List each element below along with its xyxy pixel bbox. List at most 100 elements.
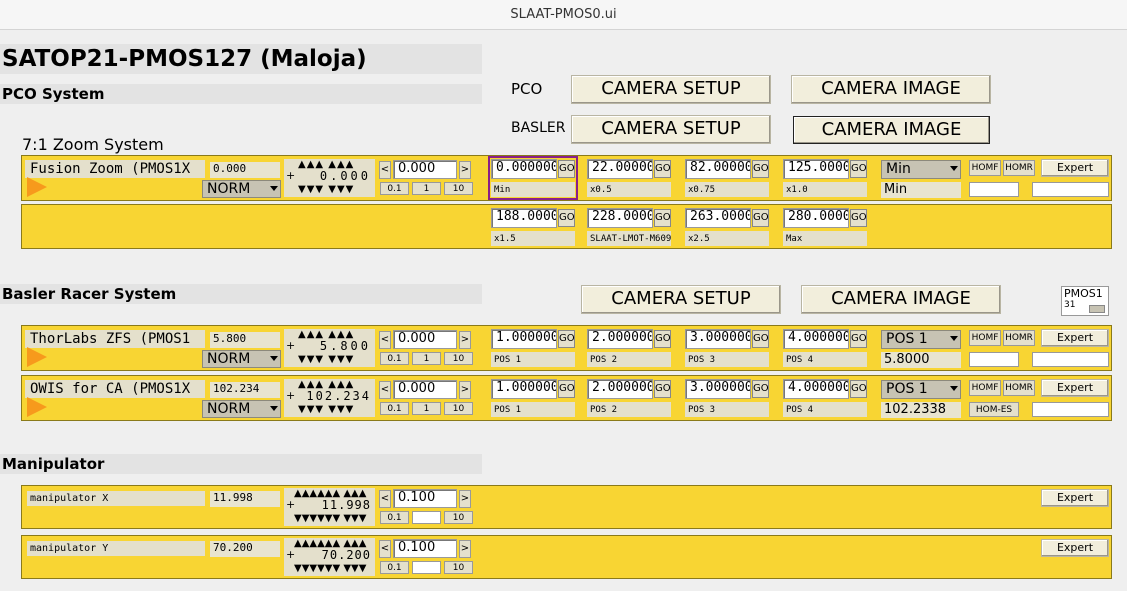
fusion-tweak-input[interactable]: 0.000 (393, 160, 457, 179)
manipulator-y-tweak-input[interactable]: 0.100 (393, 539, 457, 558)
go-button[interactable]: GO (752, 380, 769, 398)
tweak-left-button[interactable]: < (379, 490, 391, 508)
expert-button[interactable]: Expert (1041, 539, 1109, 557)
manipulator-x-spinner[interactable]: ▲▲▲▲▲▲ ▲▲▲ + 11.998 ▼▼▼▼▼▼ ▼▼▼ (284, 488, 375, 526)
pmos-toggle[interactable] (1089, 305, 1105, 313)
owis-spinner[interactable]: ▲▲▲ ▲▲▲ + 102.234 ▼▼▼ ▼▼▼ (284, 379, 375, 417)
tweak-right-button[interactable]: > (459, 381, 471, 399)
thorlabs-position-selector[interactable]: POS 1 (881, 330, 961, 349)
play-icon[interactable] (27, 397, 47, 417)
owis-tweak-input[interactable]: 0.000 (393, 380, 457, 399)
thorlabs-pos1-input[interactable]: 1.000000 (491, 329, 557, 349)
homr-button[interactable]: HOMR (1003, 330, 1035, 346)
step-10-button[interactable]: 10 (444, 402, 473, 415)
step-10-button[interactable]: 10 (444, 352, 473, 365)
go-button[interactable]: GO (850, 330, 867, 348)
thorlabs-pos3-input[interactable]: 3.000000 (685, 329, 751, 349)
basler-racer-camera-image-button[interactable]: CAMERA IMAGE (801, 285, 1001, 314)
expert-button[interactable]: Expert (1041, 159, 1109, 177)
thorlabs-tweak-input[interactable]: 0.000 (393, 330, 457, 349)
go-button[interactable]: GO (850, 209, 867, 227)
homf-button[interactable]: HOMF (969, 160, 1001, 176)
fusion-pos8-input[interactable]: 280.0000 (783, 208, 849, 228)
hom-es-button[interactable]: HOM-ES (969, 402, 1019, 417)
basler-camera-setup-button[interactable]: CAMERA SETUP (571, 115, 771, 144)
go-button[interactable]: GO (654, 330, 671, 348)
step-0.1-button[interactable]: 0.1 (380, 511, 409, 524)
step-0.1-button[interactable]: 0.1 (380, 561, 409, 574)
thorlabs-pos4-input[interactable]: 4.000000 (783, 329, 849, 349)
tweak-left-button[interactable]: < (379, 540, 391, 558)
fusion-pos4-input[interactable]: 125.0000 (783, 159, 849, 179)
owis-pos3-input[interactable]: 3.000000 (685, 379, 751, 399)
pco-camera-image-button[interactable]: CAMERA IMAGE (791, 75, 991, 104)
expert-button[interactable]: Expert (1041, 329, 1109, 347)
go-button[interactable]: GO (752, 209, 769, 227)
owis-mode-combo[interactable]: NORM (202, 400, 281, 418)
homr-button[interactable]: HOMR (1003, 160, 1035, 176)
homr-button[interactable]: HOMR (1003, 380, 1035, 396)
fusion-pos1-input[interactable]: 0.000000 (491, 159, 557, 179)
down-arrows[interactable]: ▼▼▼▼▼▼ ▼▼▼ (294, 514, 366, 524)
step-1-button[interactable]: 1 (412, 182, 441, 195)
go-button[interactable]: GO (654, 380, 671, 398)
tweak-right-button[interactable]: > (459, 490, 471, 508)
step-0.1-button[interactable]: 0.1 (380, 352, 409, 365)
go-button[interactable]: GO (752, 330, 769, 348)
owis-pos4-input[interactable]: 4.000000 (783, 379, 849, 399)
tweak-left-button[interactable]: < (379, 161, 391, 179)
step-10-button[interactable]: 10 (444, 511, 473, 524)
go-button[interactable]: GO (850, 380, 867, 398)
fusion-pos5-input[interactable]: 188.0000 (491, 208, 557, 228)
play-icon[interactable] (27, 347, 47, 367)
basler-camera-image-button[interactable]: CAMERA IMAGE (793, 116, 990, 144)
step-0.1-button[interactable]: 0.1 (380, 402, 409, 415)
step-input[interactable] (412, 561, 441, 574)
owis-pos1-input[interactable]: 1.000000 (491, 379, 557, 399)
go-button[interactable]: GO (654, 160, 671, 178)
tweak-right-button[interactable]: > (459, 161, 471, 179)
down-arrows[interactable]: ▼▼▼ ▼▼▼ (298, 355, 354, 365)
expert-button[interactable]: Expert (1041, 489, 1109, 507)
manipulator-x-tweak-input[interactable]: 0.100 (393, 489, 457, 508)
go-button[interactable]: GO (850, 160, 867, 178)
fusion-position-selector[interactable]: Min (881, 160, 961, 179)
tweak-right-button[interactable]: > (459, 331, 471, 349)
go-button[interactable]: GO (558, 209, 575, 227)
go-button[interactable]: GO (558, 380, 575, 398)
fusion-pos7-input[interactable]: 263.0000 (685, 208, 751, 228)
basler-racer-camera-setup-button[interactable]: CAMERA SETUP (581, 285, 781, 314)
fusion-spinner[interactable]: ▲▲▲ ▲▲▲ + 0.000 ▼▼▼ ▼▼▼ (284, 159, 375, 197)
step-1-button[interactable]: 1 (412, 352, 441, 365)
go-button[interactable]: GO (558, 330, 575, 348)
manipulator-y-spinner[interactable]: ▲▲▲▲▲▲ ▲▲▲ + 70.200 ▼▼▼▼▼▼ ▼▼▼ (284, 538, 375, 576)
fusion-mode-combo[interactable]: NORM (202, 180, 281, 198)
go-button[interactable]: GO (752, 160, 769, 178)
go-button[interactable]: GO (654, 209, 671, 227)
homf-button[interactable]: HOMF (969, 330, 1001, 346)
step-1-button[interactable]: 1 (412, 402, 441, 415)
step-0.1-button[interactable]: 0.1 (380, 182, 409, 195)
owis-position-selector[interactable]: POS 1 (881, 380, 961, 399)
thorlabs-spinner[interactable]: ▲▲▲ ▲▲▲ + 5.800 ▼▼▼ ▼▼▼ (284, 329, 375, 367)
pco-camera-setup-button[interactable]: CAMERA SETUP (571, 75, 771, 104)
step-input[interactable] (412, 511, 441, 524)
down-arrows[interactable]: ▼▼▼ ▼▼▼ (298, 185, 354, 195)
fusion-pos2-input[interactable]: 22.00000 (587, 159, 653, 179)
step-10-button[interactable]: 10 (444, 561, 473, 574)
thorlabs-pos2-input[interactable]: 2.000000 (587, 329, 653, 349)
down-arrows[interactable]: ▼▼▼ ▼▼▼ (298, 405, 354, 415)
expert-button[interactable]: Expert (1041, 379, 1109, 397)
owis-pos2-input[interactable]: 2.000000 (587, 379, 653, 399)
play-icon[interactable] (27, 177, 47, 197)
fusion-pos3-input[interactable]: 82.00000 (685, 159, 751, 179)
thorlabs-mode-combo[interactable]: NORM (202, 350, 281, 368)
down-arrows[interactable]: ▼▼▼▼▼▼ ▼▼▼ (294, 564, 366, 574)
tweak-left-button[interactable]: < (379, 381, 391, 399)
tweak-right-button[interactable]: > (459, 540, 471, 558)
go-button[interactable]: GO (558, 160, 575, 178)
fusion-pos6-input[interactable]: 228.0000 (587, 208, 653, 228)
homf-button[interactable]: HOMF (969, 380, 1001, 396)
step-10-button[interactable]: 10 (444, 182, 473, 195)
tweak-left-button[interactable]: < (379, 331, 391, 349)
